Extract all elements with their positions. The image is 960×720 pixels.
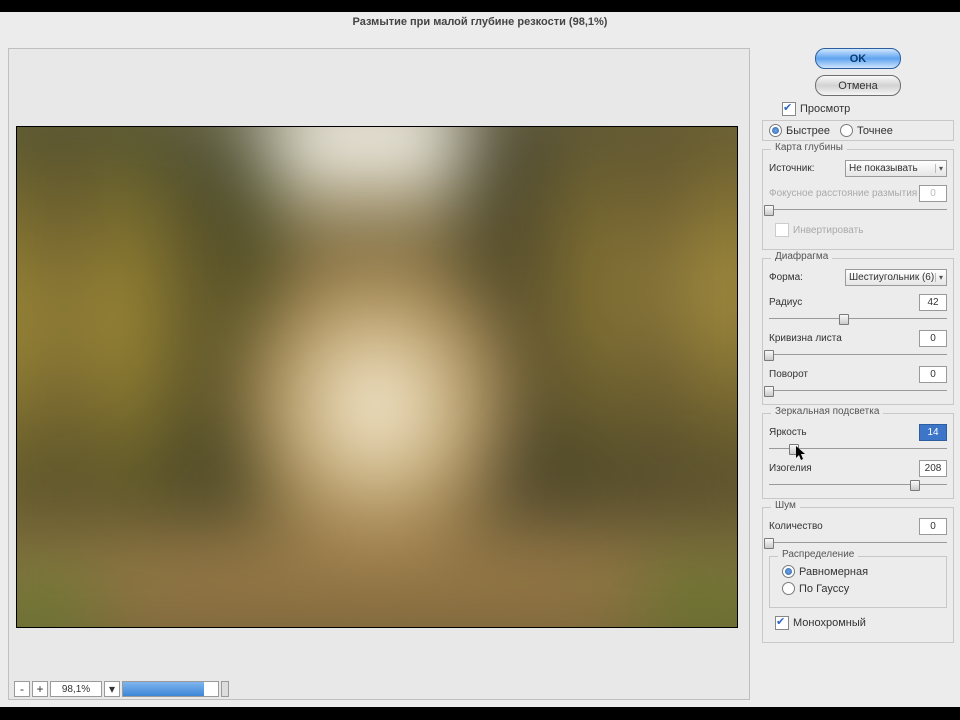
group-distribution: Распределение Равномерная По Гауссу bbox=[769, 556, 947, 608]
radio-accurate[interactable]: Точнее bbox=[840, 124, 893, 137]
legend-highlights: Зеркальная подсветка bbox=[771, 406, 883, 417]
brightness-label: Яркость bbox=[769, 427, 807, 438]
controls-panel: OK Отмена Просмотр Быстрее Точнее Карта … bbox=[762, 48, 954, 643]
radius-label: Радиус bbox=[769, 297, 802, 308]
preview-content bbox=[16, 126, 738, 628]
threshold-slider[interactable] bbox=[769, 480, 947, 490]
mono-row: Монохромный bbox=[775, 616, 947, 630]
invert-row: Инвертировать bbox=[775, 223, 947, 237]
brightness-slider[interactable] bbox=[769, 444, 947, 454]
preview-checkbox[interactable] bbox=[782, 102, 796, 116]
chevron-down-icon: ▾ bbox=[935, 164, 943, 173]
curvature-slider[interactable] bbox=[769, 350, 947, 360]
radius-slider[interactable] bbox=[769, 314, 947, 324]
legend-depth-map: Карта глубины bbox=[771, 142, 847, 153]
ok-button[interactable]: OK bbox=[815, 48, 901, 69]
radius-field[interactable]: 42 bbox=[919, 294, 947, 311]
mono-label: Монохромный bbox=[793, 617, 866, 629]
source-select[interactable]: Не показывать▾ bbox=[845, 160, 947, 177]
preview-image[interactable] bbox=[16, 126, 738, 628]
amount-label: Количество bbox=[769, 521, 823, 532]
preview-toggle-row: Просмотр bbox=[782, 102, 954, 116]
legend-iris: Диафрагма bbox=[771, 251, 832, 262]
shape-select[interactable]: Шестиугольник (6)▾ bbox=[845, 269, 947, 286]
invert-checkbox bbox=[775, 223, 789, 237]
amount-slider[interactable] bbox=[769, 538, 947, 548]
focal-distance-slider bbox=[769, 205, 947, 215]
dialog-lens-blur: Размытие при малой глубине резкости (98,… bbox=[0, 12, 960, 707]
radio-fast[interactable]: Быстрее bbox=[769, 124, 830, 137]
cancel-button[interactable]: Отмена bbox=[815, 75, 901, 96]
radio-uniform[interactable]: Равномерная bbox=[782, 565, 940, 578]
radio-gaussian[interactable]: По Гауссу bbox=[782, 582, 940, 595]
quality-mode: Быстрее Точнее bbox=[762, 120, 954, 141]
curvature-field[interactable]: 0 bbox=[919, 330, 947, 347]
threshold-field[interactable]: 208 bbox=[919, 460, 947, 477]
preview-pane: - + 98,1% ▾ bbox=[8, 48, 750, 700]
dialog-title: Размытие при малой глубине резкости (98,… bbox=[0, 12, 960, 32]
rotation-slider[interactable] bbox=[769, 386, 947, 396]
rotation-label: Поворот bbox=[769, 369, 808, 380]
legend-noise: Шум bbox=[771, 500, 800, 511]
amount-field[interactable]: 0 bbox=[919, 518, 947, 535]
mono-checkbox[interactable] bbox=[775, 616, 789, 630]
threshold-label: Изогелия bbox=[769, 463, 812, 474]
invert-label: Инвертировать bbox=[793, 225, 863, 236]
group-depth-map: Карта глубины Источник: Не показывать▾ Ф… bbox=[762, 149, 954, 250]
source-label: Источник: bbox=[769, 163, 814, 174]
legend-distribution: Распределение bbox=[778, 549, 858, 560]
zoom-menu-button[interactable]: ▾ bbox=[104, 681, 120, 697]
zoom-toolbar: - + 98,1% ▾ bbox=[14, 680, 229, 698]
preview-checkbox-label: Просмотр bbox=[800, 103, 850, 115]
zoom-out-button[interactable]: - bbox=[14, 681, 30, 697]
focal-distance-field: 0 bbox=[919, 185, 947, 202]
brightness-field[interactable]: 14 bbox=[919, 424, 947, 441]
zoom-in-button[interactable]: + bbox=[32, 681, 48, 697]
progress-bar bbox=[122, 681, 219, 697]
group-noise: Шум Количество 0 Распределение Равномерн… bbox=[762, 507, 954, 643]
curvature-label: Кривизна листа bbox=[769, 333, 842, 344]
rotation-field[interactable]: 0 bbox=[919, 366, 947, 383]
focal-distance-label: Фокусное расстояние размытия bbox=[769, 188, 917, 199]
zoom-value[interactable]: 98,1% bbox=[50, 681, 102, 697]
chevron-down-icon: ▾ bbox=[935, 273, 943, 282]
splitter-handle[interactable] bbox=[221, 681, 229, 697]
shape-label: Форма: bbox=[769, 272, 803, 283]
group-iris: Диафрагма Форма: Шестиугольник (6)▾ Ради… bbox=[762, 258, 954, 405]
group-highlights: Зеркальная подсветка Яркость 14 Изогелия… bbox=[762, 413, 954, 499]
